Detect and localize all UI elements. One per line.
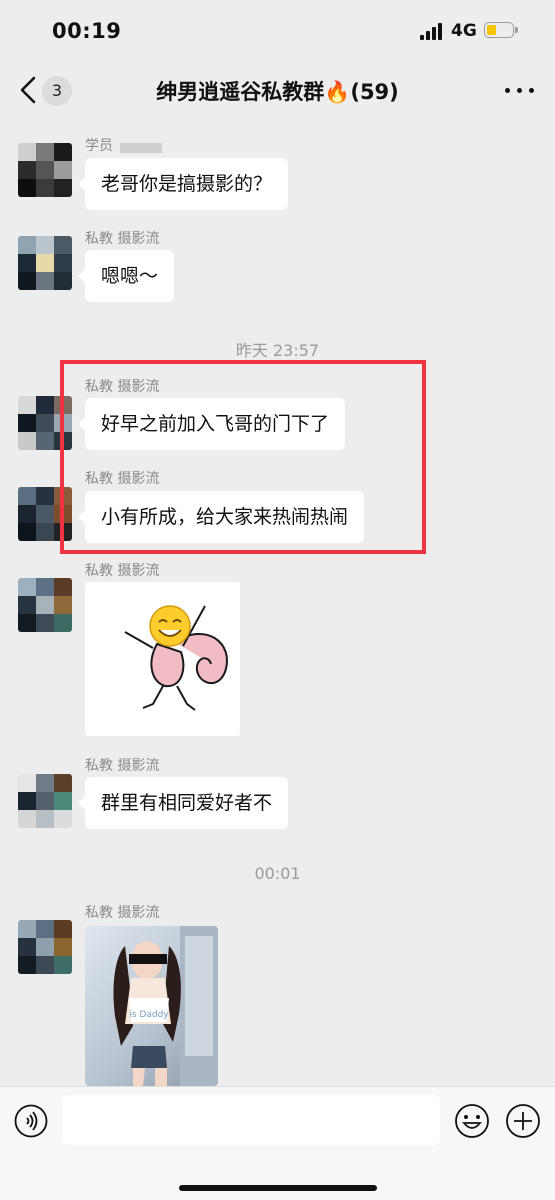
avatar[interactable]	[18, 236, 72, 290]
avatar[interactable]	[18, 920, 72, 974]
blurred-name	[120, 143, 162, 153]
sender-name: 学员	[85, 138, 113, 154]
sender-name: 私教 摄影流	[85, 905, 160, 921]
message-bubble[interactable]: 老哥你是搞摄影的？	[77, 158, 289, 210]
chat-title: 绅男逍遥谷私教群🔥(59)	[156, 80, 399, 104]
avatar[interactable]	[18, 396, 72, 450]
signal-icon	[420, 23, 444, 40]
emoji-icon[interactable]	[454, 1103, 490, 1139]
network-type: 4G	[451, 21, 477, 41]
sender-name: 私教 摄影流	[85, 379, 160, 395]
avatar[interactable]	[18, 143, 72, 197]
status-time: 00:19	[52, 19, 122, 43]
message-bubble[interactable]: 嗯嗯～	[77, 250, 175, 302]
message-bubble[interactable]: 小有所成，给大家来热闹热闹	[77, 491, 365, 543]
sender-name: 私教 摄影流	[85, 231, 160, 247]
avatar[interactable]	[18, 578, 72, 632]
avatar[interactable]	[18, 774, 72, 828]
sender-name: 私教 摄影流	[85, 471, 160, 487]
timestamp: 昨天 23:57	[235, 341, 320, 360]
message-bubble[interactable]: 群里有相同爱好者不	[77, 777, 289, 829]
home-indicator[interactable]	[179, 1185, 377, 1191]
chat-header: 3 绅男逍遥谷私教群🔥(59)	[0, 62, 555, 118]
battery-cap	[515, 27, 518, 33]
more-icon[interactable]	[505, 88, 535, 94]
avatar[interactable]	[18, 487, 72, 541]
input-bar	[0, 1086, 555, 1200]
back-arrow-icon[interactable]	[18, 76, 40, 104]
status-bar: 00:19 4G	[0, 0, 555, 62]
plus-icon[interactable]	[505, 1103, 541, 1139]
unread-count-badge[interactable]: 3	[42, 76, 72, 106]
voice-icon[interactable]	[14, 1104, 48, 1138]
sender-name: 私教 摄影流	[85, 758, 160, 774]
sender-name: 私教 摄影流	[85, 563, 160, 579]
dancing-smiley-sticker[interactable]	[85, 582, 240, 736]
timestamp: 00:01	[254, 864, 301, 883]
photo-message[interactable]: is Daddy	[85, 926, 218, 1086]
battery-icon	[484, 22, 514, 38]
message-input[interactable]	[62, 1095, 440, 1145]
shirt-text: is Daddy	[129, 1010, 169, 1020]
message-bubble[interactable]: 好早之前加入飞哥的门下了	[77, 398, 346, 450]
